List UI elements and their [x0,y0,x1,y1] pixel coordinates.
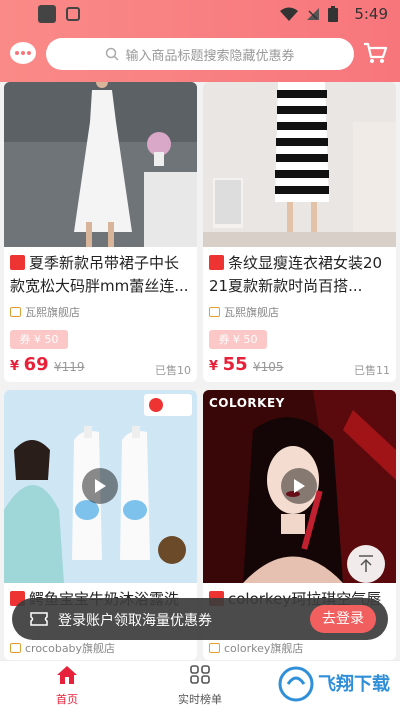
app-header: 5:49 输入商品标题搜索隐藏优惠券 [0,0,400,82]
shop-icon [209,307,220,317]
sold-count: 已售10 [155,364,191,377]
arrow-up-icon [359,555,373,572]
coupon-badge: 券 ¥ 50 [209,330,267,349]
store-name: colorkey旗舰店 [209,640,303,656]
price: ¥ 55 [209,354,248,375]
login-button[interactable]: 去登录 [310,605,376,633]
play-icon[interactable] [281,468,317,504]
login-banner-text: 登录账户领取海量优惠券 [58,613,212,629]
shop-icon [10,643,21,653]
store-name: crocobaby旗舰店 [10,640,115,656]
message-icon[interactable] [10,42,36,64]
wifi-icon [280,7,298,21]
price: ¥ 69 [10,354,49,375]
shop-icon [10,307,21,317]
no-signal-icon [307,8,319,20]
login-banner: 登录账户领取海量优惠券 去登录 [12,598,388,640]
product-image [203,82,396,247]
back-to-top-button[interactable] [347,545,385,583]
product-card[interactable]: 条纹显瘦连衣裙女装2021夏款新款时尚百搭... 瓦熙旗舰店 券 ¥ 50 ¥ … [203,82,396,382]
battery-icon [328,6,338,22]
watermark-logo: 飞翔下载 [276,664,396,704]
coupon-badge: 券 ¥ 50 [10,330,68,349]
tab-realtime-ranking[interactable]: 实时榜单 [160,665,240,707]
cart-icon[interactable] [362,40,388,66]
play-icon[interactable] [82,468,118,504]
keyboard-icon [66,7,80,21]
tmall-icon [10,255,25,270]
clock: 5:49 [354,5,388,23]
ticket-icon [30,612,48,626]
original-price: ¥119 [54,360,85,374]
shop-icon [209,643,220,653]
product-title[interactable]: 条纹显瘦连衣裙女装2021夏款新款时尚百搭... [209,252,390,298]
search-icon [106,47,120,61]
tab-home[interactable]: 首页 [27,665,107,707]
notification-icon [38,5,56,23]
product-image [4,82,197,247]
status-bar: 5:49 [0,0,400,28]
original-price: ¥105 [253,360,284,374]
tmall-icon [209,255,224,270]
store-name: 瓦熙旗舰店 [10,304,80,320]
watermark-text: 飞翔下载 [318,674,390,695]
search-placeholder: 输入商品标题搜索隐藏优惠券 [125,48,295,64]
store-name: 瓦熙旗舰店 [209,304,279,320]
search-bar[interactable]: 输入商品标题搜索隐藏优惠券 [46,38,354,70]
home-icon [57,666,77,684]
product-card[interactable]: 夏季新款吊带裙子中长款宽松大码胖mm蕾丝连... 瓦熙旗舰店 券 ¥ 50 ¥ … [4,82,197,382]
sold-count: 已售11 [354,364,390,377]
grid-icon [190,665,210,684]
image-brand: COLORKEY [209,396,285,410]
product-title[interactable]: 夏季新款吊带裙子中长款宽松大码胖mm蕾丝连... [10,252,191,298]
